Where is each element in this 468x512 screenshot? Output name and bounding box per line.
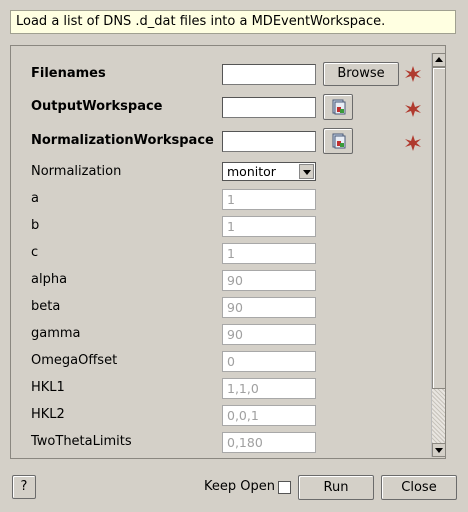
chevron-down-icon[interactable]	[299, 164, 314, 179]
property-label-hkl1: HKL1	[31, 380, 65, 395]
close-button[interactable]: Close	[381, 475, 457, 500]
property-row-normalization: Normalization monitor	[11, 159, 431, 185]
property-label-c: c	[31, 245, 39, 260]
property-label-a: a	[31, 191, 39, 206]
property-row-normalizationworkspace: NormalizationWorkspace	[11, 128, 431, 154]
b-input[interactable]: 1	[222, 216, 316, 237]
normalizationworkspace-picker-button[interactable]	[323, 128, 353, 154]
property-label-gamma: gamma	[31, 326, 81, 341]
property-label-outputworkspace: OutputWorkspace	[31, 99, 163, 114]
property-label-filenames: Filenames	[31, 66, 106, 81]
normalizationworkspace-input[interactable]	[222, 131, 316, 152]
beta-input[interactable]: 90	[222, 297, 316, 318]
hkl2-input[interactable]: 0,0,1	[222, 405, 316, 426]
help-button[interactable]: ?	[12, 475, 36, 499]
gamma-input[interactable]: 90	[222, 324, 316, 345]
hkl1-input[interactable]: 1,1,0	[222, 378, 316, 399]
property-label-hkl2: HKL2	[31, 407, 65, 422]
scroll-up-arrow-icon[interactable]	[432, 53, 445, 67]
run-button[interactable]: Run	[298, 475, 374, 500]
required-star-icon	[405, 135, 421, 151]
browse-button[interactable]: Browse	[323, 62, 399, 86]
scrollbar-thumb[interactable]	[432, 67, 445, 389]
property-label-twothetalimits: TwoThetaLimits	[31, 434, 132, 449]
scrollbar-track[interactable]	[432, 389, 445, 443]
c-input[interactable]: 1	[222, 243, 316, 264]
normalization-dropdown[interactable]: monitor	[222, 162, 316, 181]
property-row-omegaoffset: OmegaOffset 0	[11, 348, 431, 374]
property-label-normalizationworkspace: NormalizationWorkspace	[31, 133, 214, 148]
keep-open-checkbox[interactable]	[278, 481, 291, 494]
property-label-normalization: Normalization	[31, 164, 122, 179]
property-row-hkl2: HKL2 0,0,1	[11, 402, 431, 428]
property-row-twothetalimits: TwoThetaLimits 0,180	[11, 429, 431, 455]
normalization-selected-value: monitor	[227, 164, 276, 179]
scroll-down-arrow-icon[interactable]	[432, 443, 445, 457]
required-star-icon	[405, 66, 421, 82]
alpha-input[interactable]: 90	[222, 270, 316, 291]
workspace-icon	[332, 99, 346, 115]
workspace-icon	[332, 133, 346, 149]
property-row-c: c 1	[11, 240, 431, 266]
outputworkspace-picker-button[interactable]	[323, 94, 353, 120]
outputworkspace-input[interactable]	[222, 97, 316, 118]
property-row-a: a 1	[11, 186, 431, 212]
property-row-beta: beta 90	[11, 294, 431, 320]
property-row-gamma: gamma 90	[11, 321, 431, 347]
property-row-filenames: Filenames Browse	[11, 61, 431, 87]
twothetalimits-input[interactable]: 0,180	[222, 432, 316, 453]
filenames-input[interactable]	[222, 64, 316, 85]
keep-open-label: Keep Open	[204, 479, 275, 494]
property-row-hkl1: HKL1 1,1,0	[11, 375, 431, 401]
a-input[interactable]: 1	[222, 189, 316, 210]
required-star-icon	[405, 101, 421, 117]
property-row-b: b 1	[11, 213, 431, 239]
property-row-outputworkspace: OutputWorkspace	[11, 94, 431, 120]
omegaoffset-input[interactable]: 0	[222, 351, 316, 372]
property-row-alpha: alpha 90	[11, 267, 431, 293]
property-label-beta: beta	[31, 299, 61, 314]
property-label-alpha: alpha	[31, 272, 68, 287]
algorithm-description: Load a list of DNS .d_dat files into a M…	[10, 10, 456, 34]
property-label-omegaoffset: OmegaOffset	[31, 353, 118, 368]
vertical-scrollbar[interactable]	[431, 53, 445, 457]
properties-panel: Filenames Browse OutputWorkspace Normali…	[10, 45, 446, 459]
property-label-b: b	[31, 218, 40, 233]
